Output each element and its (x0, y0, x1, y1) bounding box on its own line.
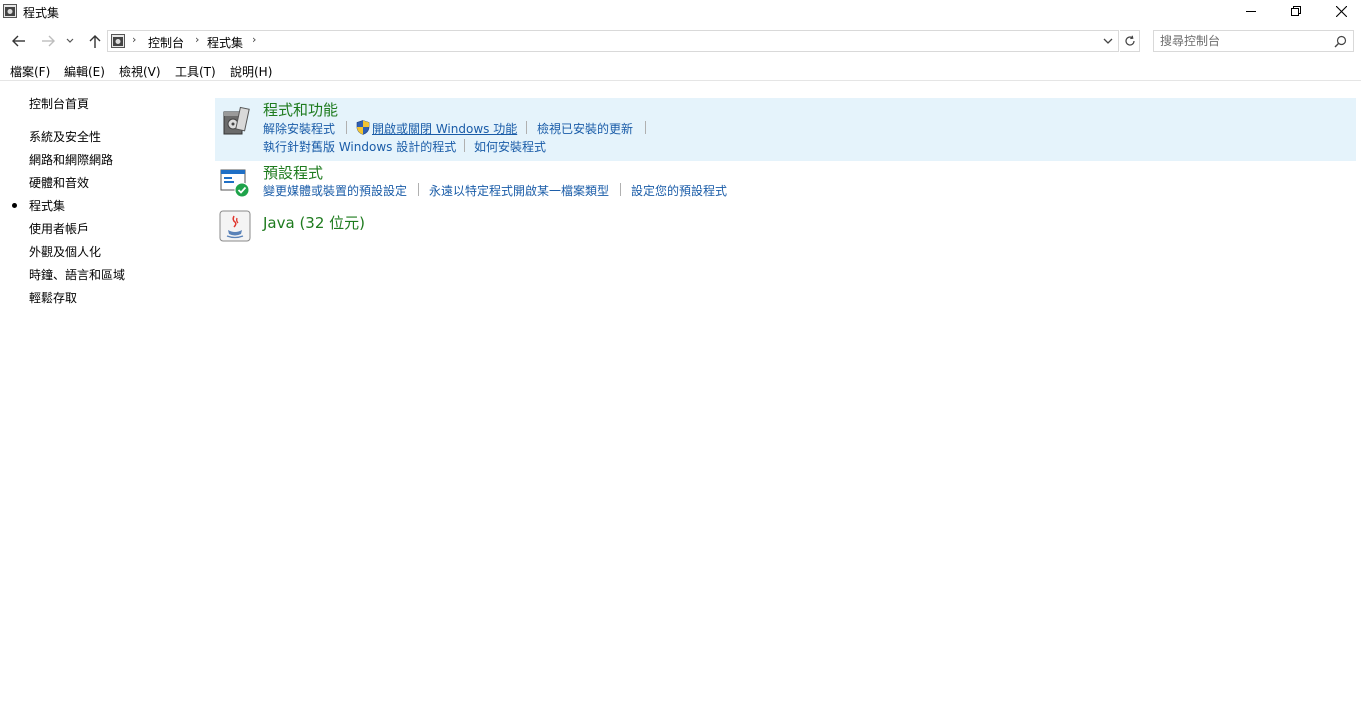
java-icon (219, 210, 251, 242)
menu-view[interactable]: 檢視(V) (119, 63, 161, 80)
arrow-up-icon (89, 35, 101, 48)
nav-system-security[interactable]: 系統及安全性 (29, 128, 101, 145)
category-default-programs: 預設程式 變更媒體或裝置的預設設定 永遠以特定程式開啟某一檔案類型 設定您的預設… (215, 162, 1356, 206)
window-title: 程式集 (23, 6, 60, 20)
uac-shield-icon (356, 120, 370, 135)
address-bar[interactable]: › 控制台 › 程式集 › (107, 30, 1119, 52)
separator (464, 139, 465, 152)
nav-ease-of-access[interactable]: 輕鬆存取 (29, 289, 77, 306)
category-title-java[interactable]: Java (32 位元) (263, 212, 365, 233)
search-icon[interactable] (1334, 35, 1347, 48)
set-default-programs-link[interactable]: 設定您的預設程式 (631, 182, 727, 199)
how-to-install-link[interactable]: 如何安裝程式 (474, 138, 546, 155)
menu-tools[interactable]: 工具(T) (175, 63, 216, 80)
turn-windows-features-link[interactable]: 開啟或關閉 Windows 功能 (372, 120, 517, 137)
arrow-left-icon (12, 35, 25, 47)
back-button[interactable] (9, 31, 29, 51)
close-button[interactable] (1318, 0, 1361, 22)
control-panel-icon (111, 34, 125, 48)
nav-appearance-personalization[interactable]: 外觀及個人化 (29, 243, 101, 260)
chevron-down-icon (66, 38, 74, 43)
restore-button[interactable] (1273, 0, 1319, 22)
minimize-icon (1246, 11, 1256, 12)
nav-control-panel-home[interactable]: 控制台首頁 (29, 95, 89, 112)
view-installed-updates-link[interactable]: 檢視已安裝的更新 (537, 120, 633, 137)
programs-features-icon (223, 106, 250, 135)
menu-bar: 檔案(F) 編輯(E) 檢視(V) 工具(T) 說明(H) (0, 60, 1361, 81)
up-button[interactable] (85, 31, 105, 51)
title-bar: 程式集 (0, 0, 1361, 24)
recent-locations-button[interactable] (63, 31, 77, 51)
search-box[interactable] (1153, 30, 1354, 52)
forward-button[interactable] (38, 31, 58, 51)
menu-edit[interactable]: 編輯(E) (64, 63, 105, 80)
nav-programs[interactable]: 程式集 (29, 197, 65, 214)
separator (526, 121, 527, 134)
breadcrumb-separator-icon[interactable]: › (252, 33, 256, 46)
menu-help[interactable]: 說明(H) (230, 63, 272, 80)
open-file-type-link[interactable]: 永遠以特定程式開啟某一檔案類型 (429, 182, 609, 199)
separator (418, 183, 419, 196)
nav-clock-language-region[interactable]: 時鐘、語言和區域 (29, 266, 125, 283)
separator (645, 121, 646, 134)
navigation-bar: › 控制台 › 程式集 › (0, 28, 1361, 54)
category-title-programs-features[interactable]: 程式和功能 (263, 99, 338, 120)
nav-hardware-sound[interactable]: 硬體和音效 (29, 174, 89, 191)
menu-file[interactable]: 檔案(F) (10, 63, 50, 80)
nav-network-internet[interactable]: 網路和網際網路 (29, 151, 113, 168)
default-programs-icon (220, 169, 250, 198)
chevron-down-icon[interactable] (1102, 34, 1114, 48)
left-navigation-pane: 控制台首頁 系統及安全性 網路和網際網路 硬體和音效 程式集 使用者帳戶 外觀及… (0, 82, 210, 702)
separator (346, 121, 347, 134)
restore-icon (1291, 6, 1301, 16)
change-media-defaults-link[interactable]: 變更媒體或裝置的預設設定 (263, 182, 407, 199)
separator (620, 183, 621, 196)
arrow-right-icon (42, 35, 55, 47)
category-title-default-programs[interactable]: 預設程式 (263, 162, 323, 183)
refresh-button[interactable] (1120, 30, 1140, 52)
close-icon (1335, 5, 1347, 17)
program-compatibility-link[interactable]: 執行針對舊版 Windows 設計的程式 (263, 138, 456, 155)
breadcrumb-separator-icon[interactable]: › (195, 33, 199, 46)
nav-user-accounts[interactable]: 使用者帳戶 (29, 220, 89, 237)
current-item-bullet-icon (12, 203, 17, 208)
refresh-icon (1124, 35, 1135, 46)
breadcrumb-separator-icon[interactable]: › (132, 33, 136, 46)
category-java: Java (32 位元) (215, 208, 1356, 248)
uninstall-program-link[interactable]: 解除安裝程式 (263, 120, 335, 137)
breadcrumb-programs[interactable]: 程式集 (207, 34, 243, 51)
search-input[interactable] (1160, 33, 1330, 49)
category-programs-features: 程式和功能 解除安裝程式 開啟或關閉 Windows 功能 檢視已安裝的更新 執… (215, 98, 1356, 161)
minimize-button[interactable] (1228, 0, 1274, 22)
control-panel-icon (3, 4, 17, 18)
breadcrumb-control-panel[interactable]: 控制台 (148, 34, 184, 51)
